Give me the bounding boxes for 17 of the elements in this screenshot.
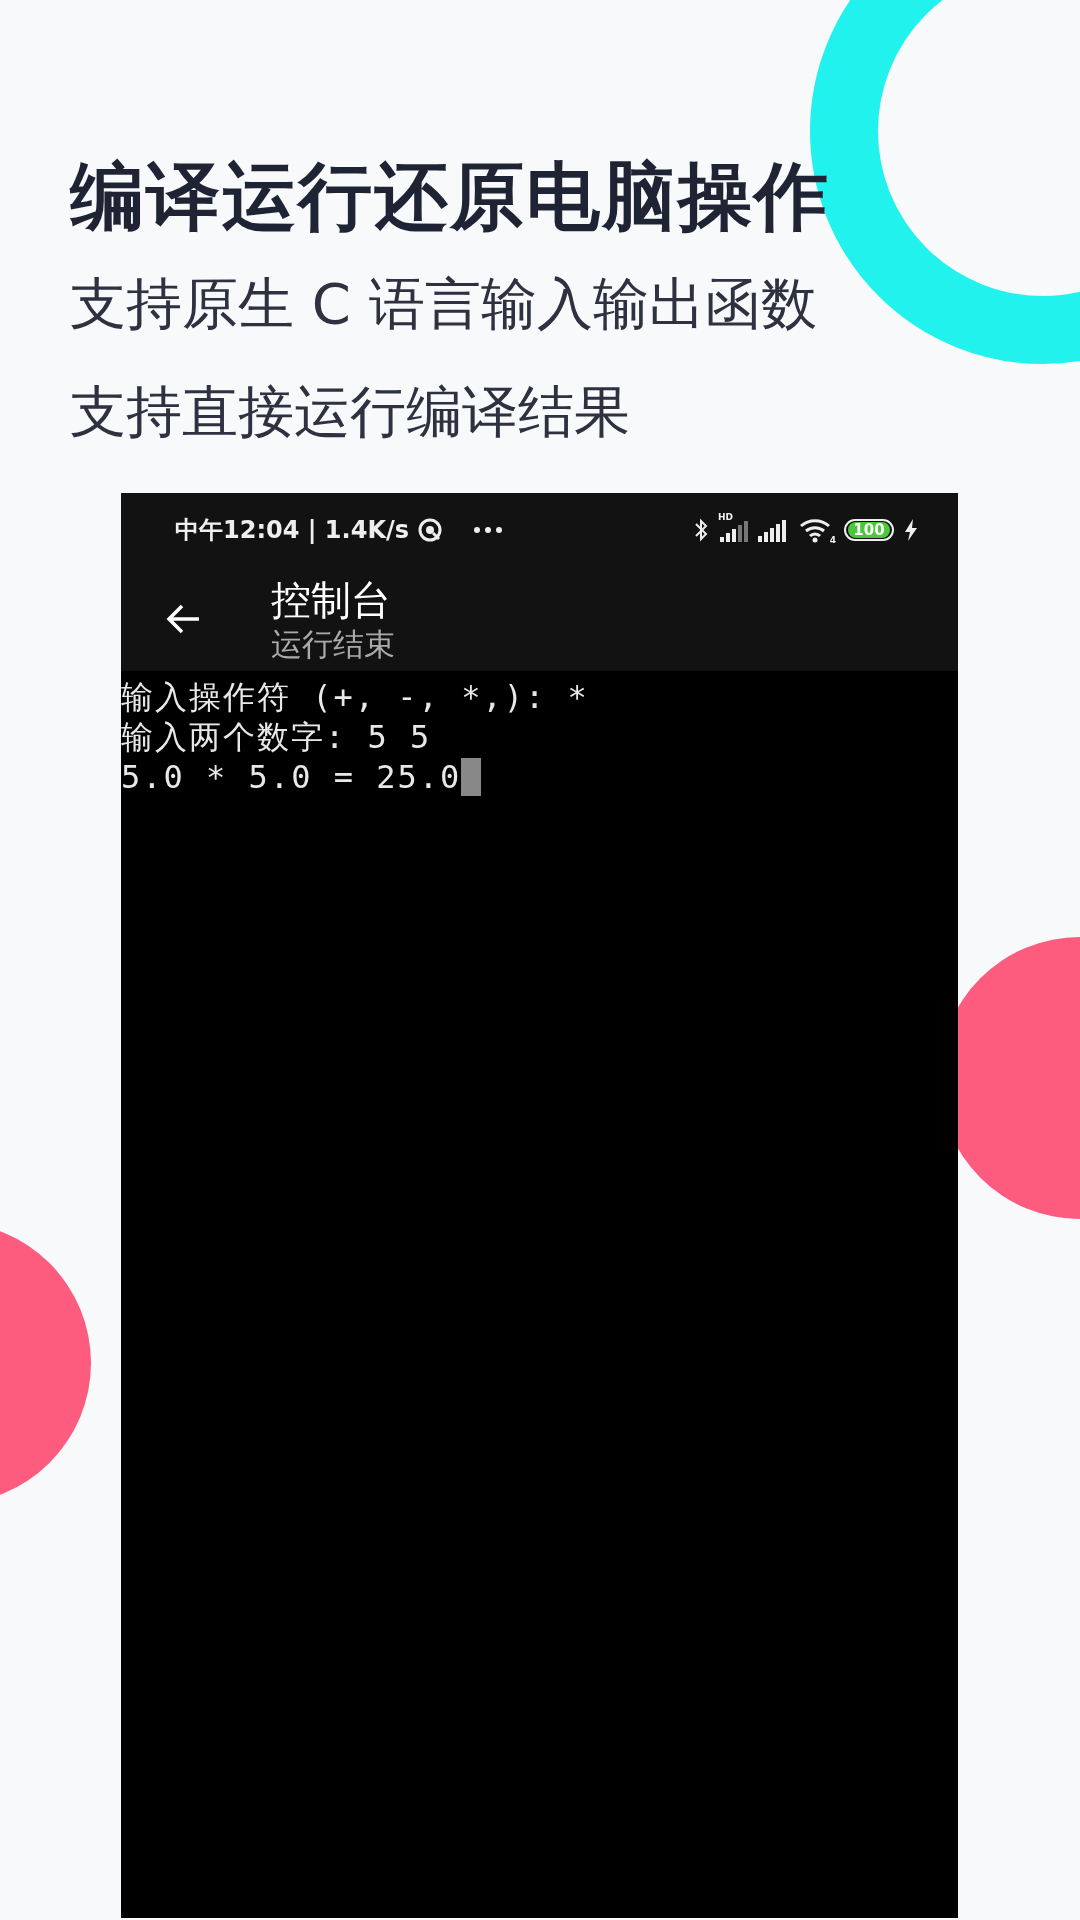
- battery-level: 100: [848, 522, 890, 538]
- screen-subtitle: 运行结束: [271, 625, 395, 663]
- target-icon: [417, 517, 444, 543]
- more-icon: [473, 526, 504, 534]
- bluetooth-icon: [694, 518, 708, 542]
- subtitle-text: 支持直接运行编译结果: [70, 378, 631, 446]
- console-line: 输入两个数字: 5 5: [121, 717, 432, 757]
- status-time: 中午12:04 | 1.4K/s: [175, 515, 410, 546]
- signal-icon: [758, 518, 788, 542]
- network-label: HD: [718, 513, 733, 522]
- console-line: 输入操作符 (+, -, *,): *: [121, 677, 589, 717]
- wifi-label: 4: [829, 536, 836, 545]
- screen-title: 控制台: [271, 576, 392, 625]
- console-line: 5.0 * 5.0 = 25.0: [121, 757, 462, 797]
- charging-icon: [904, 518, 918, 542]
- text-cursor: [461, 758, 482, 796]
- subtitle-text: 支持原生 C 语言输入输出函数: [70, 270, 818, 338]
